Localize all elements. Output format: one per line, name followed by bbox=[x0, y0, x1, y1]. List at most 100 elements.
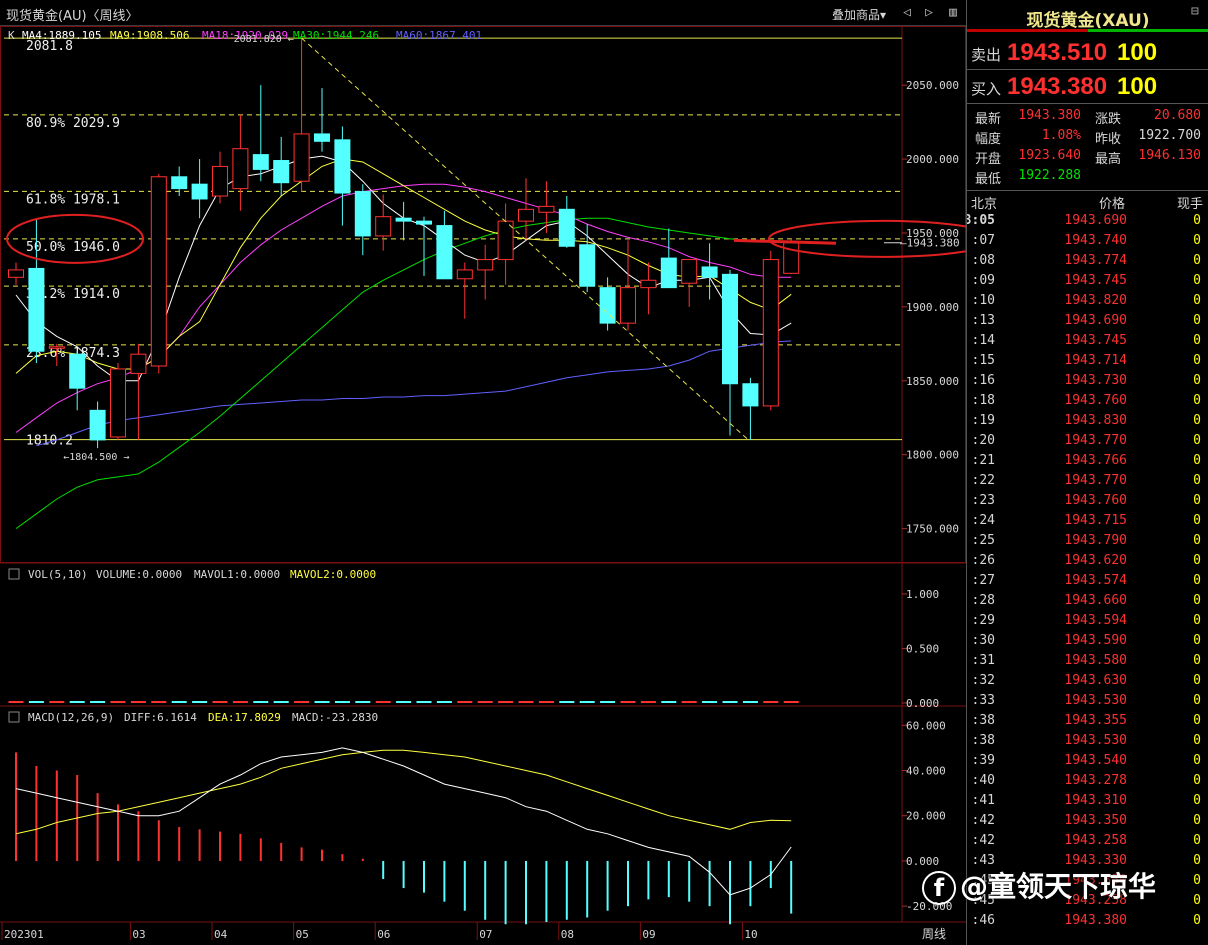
tick-row: :18 1943.760 0 bbox=[967, 391, 1208, 411]
tick-quantity: 0 bbox=[1193, 613, 1201, 628]
buy-row: 买入 1943.380 100 bbox=[967, 70, 1208, 104]
candle bbox=[69, 351, 86, 411]
macd-legend: MACD(12,26,9) bbox=[28, 711, 114, 724]
tick-time: :15 bbox=[971, 353, 995, 368]
volume-bar bbox=[702, 701, 718, 703]
tick-time: :19 bbox=[971, 413, 995, 428]
tick-quantity: 0 bbox=[1193, 813, 1201, 828]
tick-row: :25 1943.790 0 bbox=[967, 531, 1208, 551]
tick-price: 1943.594 bbox=[1064, 613, 1127, 628]
tick-price: 1943.530 bbox=[1064, 733, 1127, 748]
tick-quantity: 0 bbox=[1193, 473, 1201, 488]
tick-time: :08 bbox=[971, 253, 995, 268]
candle-body-up bbox=[477, 259, 494, 271]
tick-price: 1943.766 bbox=[1064, 453, 1127, 468]
candle-body-up bbox=[232, 148, 249, 190]
tick-row: :21 1943.766 0 bbox=[967, 451, 1208, 471]
macd-axis-label: 20.000 bbox=[906, 810, 946, 823]
chart-area[interactable]: 2050.000 2000.000 1950.000 1900.000 1850.000… bbox=[0, 26, 966, 945]
buy-quantity: 100 bbox=[1117, 73, 1158, 100]
candle-body-down bbox=[742, 383, 759, 407]
tick-row: :41 1943.310 0 bbox=[967, 791, 1208, 811]
volume-bar bbox=[416, 701, 432, 703]
volume-bar bbox=[28, 701, 44, 703]
candle bbox=[762, 250, 779, 411]
price-axis-label: 2050.000 bbox=[906, 79, 959, 92]
ma-legend-ma4: MA4:1889.105 bbox=[22, 29, 101, 42]
candle-body-up bbox=[212, 165, 228, 197]
stat-label: 开盘 bbox=[975, 152, 1002, 167]
candle bbox=[232, 114, 249, 211]
layout-menu-icon[interactable]: ▥ bbox=[944, 4, 962, 22]
tick-quantity: 0 bbox=[1193, 773, 1201, 788]
tick-quantity: 0 bbox=[1193, 793, 1201, 808]
tick-row: :19 1943.830 0 bbox=[967, 411, 1208, 431]
candle-body-down bbox=[436, 225, 453, 280]
candle-body-down bbox=[395, 217, 412, 222]
candle-body-up bbox=[8, 269, 24, 278]
time-axis-label: 06 bbox=[377, 928, 390, 941]
candle-body-down bbox=[171, 176, 188, 190]
candle bbox=[742, 377, 759, 440]
tick-quantity: 0 bbox=[1193, 393, 1201, 408]
candle-body-down bbox=[334, 139, 351, 194]
tick-row: :29 1943.594 0 bbox=[967, 611, 1208, 631]
tick-list[interactable]: 18:051943.6900:071943.7400:081943.7740:0… bbox=[967, 211, 1208, 941]
next-arrow-icon[interactable]: ▷ bbox=[920, 4, 938, 22]
tick-row: :26 1943.620 0 bbox=[967, 551, 1208, 571]
volume-bar bbox=[334, 701, 350, 703]
candle-body-up bbox=[150, 176, 167, 367]
volume-bar bbox=[110, 701, 126, 703]
candle-body-up bbox=[130, 353, 147, 374]
tick-price: 1943.774 bbox=[1064, 253, 1127, 268]
volume-bar bbox=[681, 701, 697, 703]
tick-price: 1943.660 bbox=[1064, 593, 1127, 608]
tick-time: :09 bbox=[971, 273, 995, 288]
quote-stat-row: 开盘 1923.640 最高 1946.130 bbox=[967, 146, 1208, 167]
fib-level-label: 61.8% 1978.1 bbox=[26, 192, 120, 207]
volume-bar bbox=[212, 701, 228, 703]
collapse-icon[interactable]: ⊟ bbox=[1191, 4, 1199, 19]
price-axis-label: 2000.000 bbox=[906, 153, 959, 166]
tick-price: 1943.715 bbox=[1064, 513, 1127, 528]
volume-bar bbox=[151, 701, 167, 703]
tick-time: :39 bbox=[971, 753, 995, 768]
previous-arrow-icon[interactable]: ◁ bbox=[898, 4, 916, 22]
volume-bar bbox=[579, 701, 595, 703]
tick-quantity: 0 bbox=[1193, 373, 1201, 388]
tick-row: :23 1943.760 0 bbox=[967, 491, 1208, 511]
tick-qty-header: 现手 bbox=[1177, 197, 1204, 212]
tick-price: 1943.820 bbox=[1064, 293, 1127, 308]
chart-title[interactable]: 现货黄金(AU)〈周线〉 bbox=[6, 5, 139, 24]
volume-bar bbox=[232, 701, 248, 703]
candle-body-up bbox=[762, 259, 779, 407]
volume-bar bbox=[763, 701, 779, 703]
sell-quantity: 100 bbox=[1117, 39, 1158, 66]
tick-quantity: 0 bbox=[1193, 893, 1201, 908]
tick-time: :25 bbox=[971, 533, 995, 548]
ma-legend-k: K bbox=[8, 29, 15, 42]
weekly-candlestick-chart[interactable]: 2050.0002000.0001950.0001900.0001850.000… bbox=[0, 26, 966, 945]
candle bbox=[89, 401, 106, 449]
tick-time: :42 bbox=[971, 833, 995, 848]
candle-body-down bbox=[579, 244, 596, 287]
stat-value: 1922.700 bbox=[1138, 128, 1201, 143]
tick-price: 1943.770 bbox=[1064, 433, 1127, 448]
tick-price: 1943.574 bbox=[1064, 573, 1127, 588]
candle-body-down bbox=[701, 266, 718, 278]
volume-bar bbox=[8, 701, 24, 703]
candle bbox=[701, 243, 718, 300]
tick-row: :20 1943.770 0 bbox=[967, 431, 1208, 451]
tick-quantity: 0 bbox=[1193, 553, 1201, 568]
tick-quantity: 0 bbox=[1193, 853, 1201, 868]
tick-row: :28 1943.660 0 bbox=[967, 591, 1208, 611]
candle bbox=[640, 262, 657, 315]
volume-bar bbox=[538, 701, 554, 703]
candle-body-up bbox=[293, 133, 310, 182]
candle bbox=[354, 184, 371, 256]
tick-price: 1943.278 bbox=[1064, 773, 1127, 788]
tick-time: :46 bbox=[971, 913, 995, 928]
candle-body-up bbox=[48, 346, 65, 349]
overlay-instrument-button[interactable]: 叠加商品▾ bbox=[832, 6, 886, 23]
tick-price: 1943.760 bbox=[1064, 493, 1127, 508]
